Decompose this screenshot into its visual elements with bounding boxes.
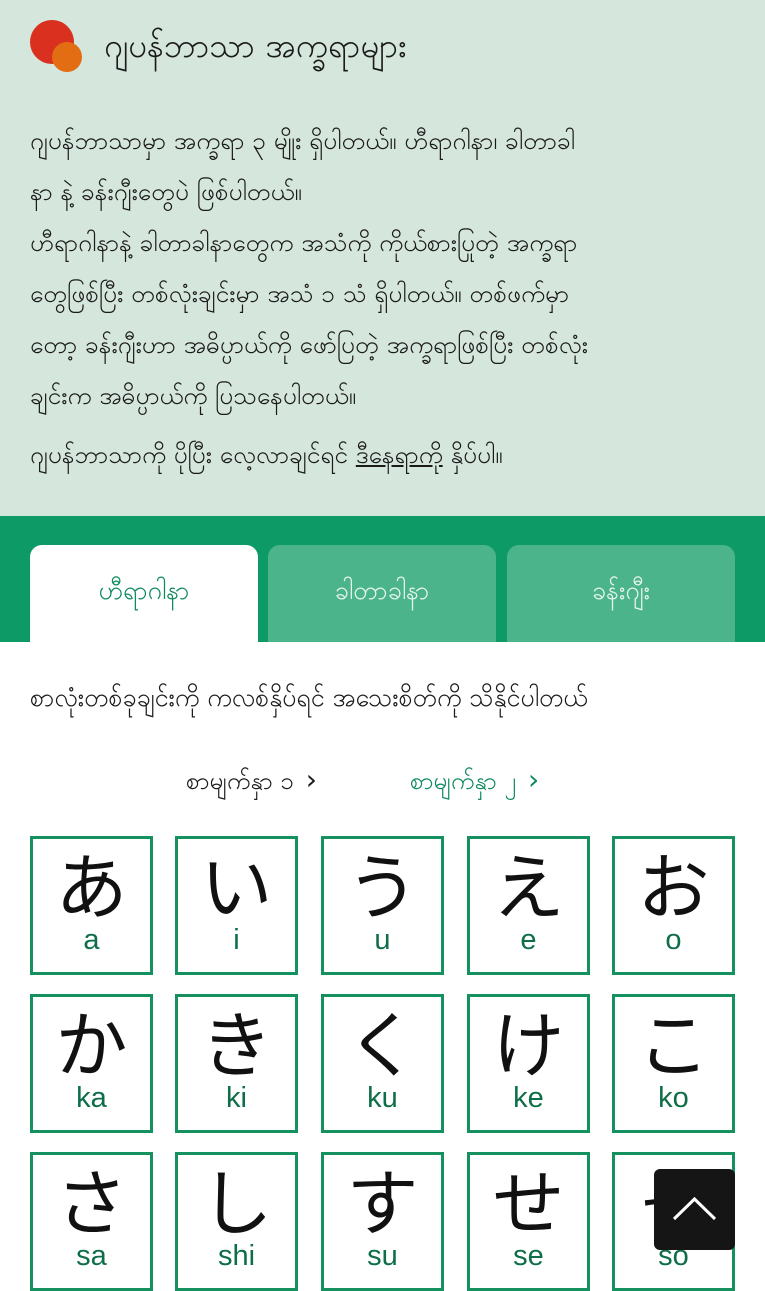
kana-char: か <box>55 1004 128 1088</box>
chevron-right-icon: › <box>305 763 317 796</box>
page-title: ဂျပန်ဘာသာ အက္ခရာများ <box>104 26 407 65</box>
intro-line: ဟီရာဂါနာနဲ့ ခါတာခါနာတွေက အသံကို ကိုယ်စား… <box>30 228 578 257</box>
kana-char: け <box>492 1004 565 1088</box>
kana-char: あ <box>55 846 128 930</box>
kana-cell-ki[interactable]: き ki <box>175 994 298 1133</box>
kana-cell-ke[interactable]: け ke <box>467 994 590 1133</box>
page-1-link[interactable]: စာမျက်နှာ ၁ › <box>186 760 317 801</box>
romaji-label: su <box>367 1240 398 1272</box>
intro-paragraph-1: ဂျပန်ဘာသာမှာ အက္ခရာ ၃ မျိုး ရှိပါတယ်။ ဟီ… <box>30 115 740 421</box>
kana-char: く <box>346 1004 419 1088</box>
intro-line: တွေဖြစ်ပြီး တစ်လုံးချင်းမှာ အသံ ၁ သံ ရှိ… <box>30 279 570 308</box>
chevron-up-icon <box>672 1196 717 1221</box>
kana-char: き <box>200 1004 273 1088</box>
romaji-label: a <box>83 924 100 956</box>
romaji-label: e <box>520 924 537 956</box>
instruction-text: စာလုံးတစ်ခုချင်းကို ကလစ်နှိပ်ရင် အသေးစိတ… <box>30 683 588 712</box>
kana-cell-su[interactable]: す su <box>321 1152 444 1291</box>
kana-char: せ <box>492 1162 565 1246</box>
page-2-link[interactable]: စာမျက်နှာ ၂ › <box>410 760 539 801</box>
intro-line: ဂျပန်ဘာသာကို ပိုပြီး လေ့လာချင်ရင် <box>30 440 356 469</box>
kana-char: し <box>200 1162 273 1246</box>
intro-line: နာ နဲ့ ခန်းဂျီးတွေပဲ ဖြစ်ပါတယ်။ <box>30 177 302 206</box>
kana-cell-ka[interactable]: か ka <box>30 994 153 1133</box>
romaji-label: ka <box>76 1082 107 1114</box>
romaji-label: ke <box>513 1082 544 1114</box>
scroll-to-top-button[interactable] <box>654 1169 735 1250</box>
intro-line: ဂျပန်ဘာသာမှာ အက္ခရာ ၃ မျိုး ရှိပါတယ်။ ဟီ… <box>30 126 576 155</box>
kana-cell-i[interactable]: いi <box>175 836 298 975</box>
learn-more-link[interactable]: ဒီနေရာကို <box>356 440 443 469</box>
kana-char: い <box>200 846 273 930</box>
kana-cell-sa[interactable]: さ sa <box>30 1152 153 1291</box>
romaji-label: u <box>374 924 391 956</box>
intro-line: နှိပ်ပါ။ <box>442 440 503 469</box>
romaji-label: ki <box>226 1082 247 1114</box>
romaji-label: se <box>513 1240 544 1272</box>
tab-kanji[interactable]: ခန်းဂျီး <box>507 545 735 642</box>
kana-cell-ku[interactable]: く ku <box>321 994 444 1133</box>
kana-char: す <box>346 1162 419 1246</box>
kana-cell-a[interactable]: あa <box>30 836 153 975</box>
page-2-label: စာမျက်နှာ ၂ <box>410 767 517 795</box>
romaji-label: i <box>233 924 240 956</box>
logo-orange-circle <box>52 42 82 72</box>
romaji-label: o <box>665 924 682 956</box>
app-logo <box>30 20 84 74</box>
intro-line: ချင်းက အဓိပ္ပာယ်ကို ပြသနေပါတယ်။ <box>30 381 357 410</box>
intro-text: ဂျပန်ဘာသာမှာ အက္ခရာ ၃ မျိုး ရှိပါတယ်။ ဟီ… <box>30 115 740 480</box>
romaji-label: ko <box>658 1082 689 1114</box>
kana-cell-shi[interactable]: し shi <box>175 1152 298 1291</box>
romaji-label: sa <box>76 1240 107 1272</box>
page-1-label: စာမျက်နှာ ၁ <box>186 767 294 795</box>
kana-cell-ko[interactable]: こ ko <box>612 994 735 1133</box>
kana-char: こ <box>637 1004 710 1088</box>
romaji-label: shi <box>217 1240 256 1272</box>
kana-char: お <box>637 846 710 930</box>
kana-cell-u[interactable]: うu <box>321 836 444 975</box>
kana-char: う <box>346 846 419 930</box>
kana-char: さ <box>55 1162 128 1246</box>
chevron-right-icon: › <box>528 763 540 796</box>
intro-line: တော့ ခန်းဂျီးဟာ အဓိပ္ပာယ်ကို ဖော်ပြတဲ့ အ… <box>30 330 589 359</box>
romaji-label: ku <box>367 1082 398 1114</box>
kana-cell-o[interactable]: おo <box>612 836 735 975</box>
tab-katakana[interactable]: ခါတာခါနာ <box>268 545 496 642</box>
tab-hiragana[interactable]: ဟီရာဂါနာ <box>30 545 258 642</box>
kana-cell-e[interactable]: えe <box>467 836 590 975</box>
kana-cell-se[interactable]: せ se <box>467 1152 590 1291</box>
intro-paragraph-3: ဂျပန်ဘာသာကို ပိုပြီး လေ့လာချင်ရင် ဒီနေရာ… <box>30 429 740 480</box>
kana-char: え <box>492 846 565 930</box>
